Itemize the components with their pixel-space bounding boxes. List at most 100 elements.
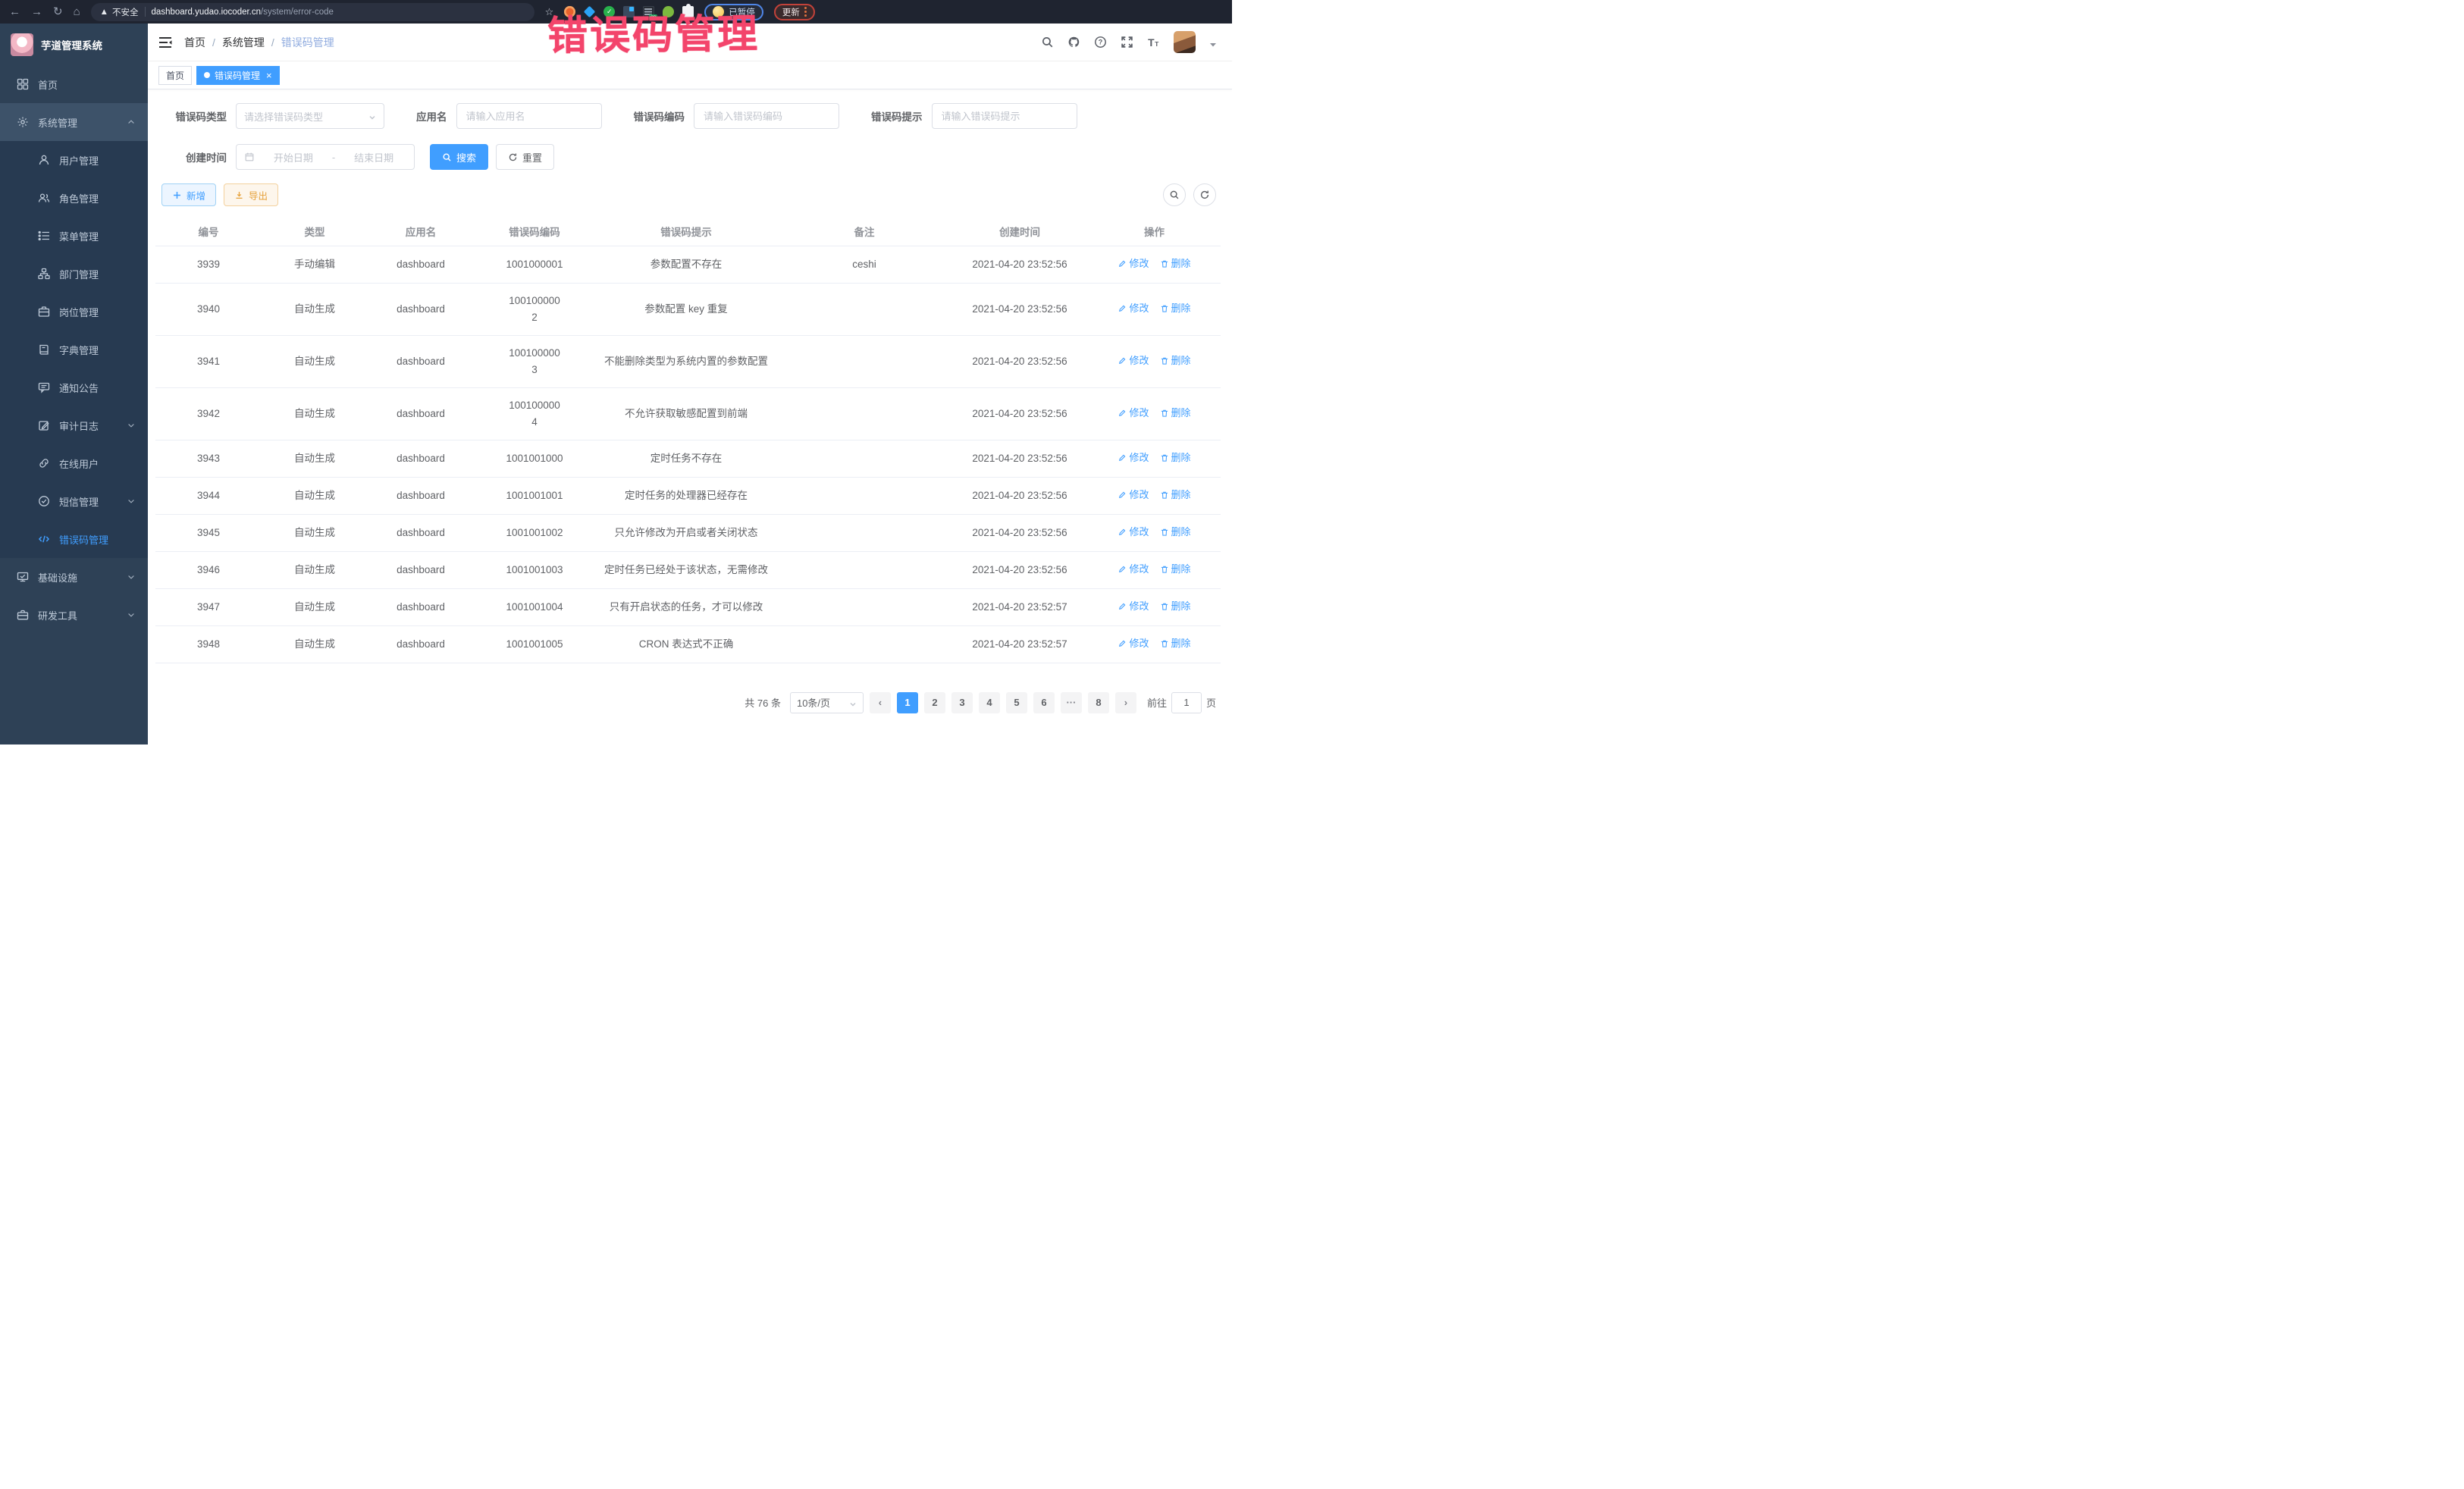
post-icon xyxy=(38,306,50,318)
error-hint-input[interactable] xyxy=(942,111,1067,122)
browser-update-button[interactable]: 更新 xyxy=(774,4,815,20)
edit-button[interactable]: 修改 xyxy=(1118,561,1149,578)
page-ellipsis-button[interactable]: ··· xyxy=(1061,692,1082,713)
tag-view-item[interactable]: 首页 xyxy=(158,66,192,85)
cell-app: dashboard xyxy=(368,514,474,551)
chevron-down-icon[interactable] xyxy=(1209,39,1217,46)
delete-button[interactable]: 删除 xyxy=(1160,598,1191,615)
dict-icon xyxy=(38,343,50,356)
sidebar-item[interactable]: 系统管理 xyxy=(0,103,148,141)
page-button[interactable]: 8 xyxy=(1088,692,1109,713)
sidebar-item[interactable]: 字典管理 xyxy=(0,331,148,368)
breadcrumb-item[interactable]: 系统管理 xyxy=(222,35,265,50)
add-button[interactable]: 新增 xyxy=(161,183,216,206)
hamburger-icon[interactable] xyxy=(158,36,172,49)
page-button[interactable]: 5 xyxy=(1006,692,1027,713)
refresh-button[interactable] xyxy=(1193,183,1216,206)
edit-button[interactable]: 修改 xyxy=(1118,255,1149,272)
sidebar-item[interactable]: 岗位管理 xyxy=(0,293,148,331)
toggle-search-button[interactable] xyxy=(1163,183,1186,206)
active-dot xyxy=(204,72,210,78)
edit-button[interactable]: 修改 xyxy=(1118,598,1149,615)
prev-page-button[interactable]: ‹ xyxy=(870,692,891,713)
error-code-field xyxy=(694,103,839,129)
sidebar-item[interactable]: 菜单管理 xyxy=(0,217,148,255)
fullscreen-icon[interactable] xyxy=(1121,36,1133,49)
delete-button[interactable]: 删除 xyxy=(1160,487,1191,503)
back-icon[interactable]: ← xyxy=(9,6,20,17)
reload-icon[interactable]: ↻ xyxy=(53,6,63,17)
page-size-select[interactable]: 10条/页 xyxy=(790,692,864,713)
error-code-input[interactable] xyxy=(704,111,829,122)
sidebar: 芋道管理系统 首页系统管理用户管理角色管理菜单管理部门管理岗位管理字典管理通知公… xyxy=(0,24,148,744)
user-avatar[interactable] xyxy=(1174,31,1196,53)
github-icon[interactable] xyxy=(1067,36,1080,49)
goto-page-input[interactable] xyxy=(1171,692,1202,713)
edit-button[interactable]: 修改 xyxy=(1118,524,1149,541)
sms-icon xyxy=(38,495,50,507)
app-logo[interactable]: 芋道管理系统 xyxy=(0,24,148,65)
page-button[interactable]: 4 xyxy=(979,692,1000,713)
delete-button[interactable]: 删除 xyxy=(1160,353,1191,369)
sidebar-item[interactable]: 审计日志 xyxy=(0,406,148,444)
delete-button[interactable]: 删除 xyxy=(1160,405,1191,422)
help-icon[interactable]: ? xyxy=(1094,36,1107,49)
cell-id: 3944 xyxy=(155,477,262,514)
audit-log-icon xyxy=(38,419,50,431)
cell-id: 3942 xyxy=(155,387,262,440)
sidebar-item[interactable]: 角色管理 xyxy=(0,179,148,217)
sidebar-item[interactable]: 在线用户 xyxy=(0,444,148,482)
sidebar-item[interactable]: 基础设施 xyxy=(0,558,148,596)
edit-button[interactable]: 修改 xyxy=(1118,635,1149,652)
sidebar-item[interactable]: 首页 xyxy=(0,65,148,103)
sidebar-item[interactable]: 错误码管理 xyxy=(0,520,148,558)
page-button[interactable]: 2 xyxy=(924,692,945,713)
reset-button[interactable]: 重置 xyxy=(496,144,554,170)
cell-hint: 参数配置 key 重复 xyxy=(595,283,777,335)
sidebar-item[interactable]: 研发工具 xyxy=(0,596,148,634)
sidebar-item[interactable]: 部门管理 xyxy=(0,255,148,293)
page-button[interactable]: 1 xyxy=(897,692,918,713)
browser-menu-icon[interactable] xyxy=(804,7,807,17)
table-row: 3941自动生成dashboard100100000 3不能删除类型为系统内置的… xyxy=(155,335,1221,387)
delete-button[interactable]: 删除 xyxy=(1160,255,1191,272)
search-icon[interactable] xyxy=(1041,36,1054,49)
tag-view-item[interactable]: 错误码管理× xyxy=(196,66,280,85)
cell-actions: 修改删除 xyxy=(1088,387,1221,440)
edit-button[interactable]: 修改 xyxy=(1118,353,1149,369)
error-type-select[interactable]: 请选择错误码类型 xyxy=(236,103,384,129)
export-button[interactable]: 导出 xyxy=(224,183,278,206)
delete-button[interactable]: 删除 xyxy=(1160,450,1191,466)
delete-button[interactable]: 删除 xyxy=(1160,524,1191,541)
edit-button[interactable]: 修改 xyxy=(1118,300,1149,317)
app-name-input[interactable] xyxy=(466,111,592,122)
edit-button[interactable]: 修改 xyxy=(1118,487,1149,503)
page-button[interactable]: 3 xyxy=(951,692,973,713)
edit-icon xyxy=(1118,565,1127,574)
home-icon[interactable]: ⌂ xyxy=(74,6,80,17)
sidebar-item-label: 审计日志 xyxy=(59,418,118,433)
sidebar-item[interactable]: 通知公告 xyxy=(0,368,148,406)
not-secure-warning[interactable]: ▲不安全 xyxy=(100,6,139,18)
sidebar-item[interactable]: 用户管理 xyxy=(0,141,148,179)
next-page-button[interactable]: › xyxy=(1115,692,1136,713)
delete-button[interactable]: 删除 xyxy=(1160,635,1191,652)
column-header: 错误码提示 xyxy=(595,217,777,246)
delete-button[interactable]: 删除 xyxy=(1160,561,1191,578)
annotation-overlay: 错误码管理 xyxy=(547,2,760,62)
address-bar[interactable]: ▲不安全 dashboard.yudao.iocoder.cn/system/e… xyxy=(91,3,534,21)
edit-button[interactable]: 修改 xyxy=(1118,405,1149,422)
update-label: 更新 xyxy=(782,6,800,18)
font-size-icon[interactable]: TT xyxy=(1147,36,1160,49)
edit-button[interactable]: 修改 xyxy=(1118,450,1149,466)
date-range-picker[interactable]: 开始日期 - 结束日期 xyxy=(236,144,415,170)
delete-button[interactable]: 删除 xyxy=(1160,300,1191,317)
close-icon[interactable]: × xyxy=(266,71,272,80)
cell-app: dashboard xyxy=(368,335,474,387)
page-button[interactable]: 6 xyxy=(1033,692,1055,713)
search-button[interactable]: 搜索 xyxy=(430,144,488,170)
breadcrumb-item[interactable]: 首页 xyxy=(184,35,205,50)
sidebar-item[interactable]: 短信管理 xyxy=(0,482,148,520)
forward-icon[interactable]: → xyxy=(31,6,42,17)
cell-code: 1001001002 xyxy=(474,514,595,551)
